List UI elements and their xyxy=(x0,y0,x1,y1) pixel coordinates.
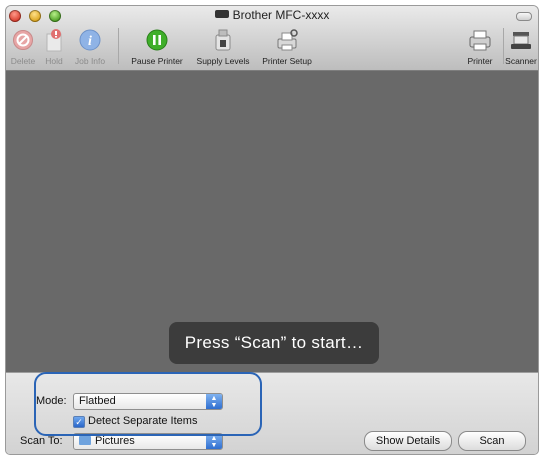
callout-highlight xyxy=(34,372,262,436)
supply-levels-icon xyxy=(210,28,236,52)
toolbar-supply-levels-label: Supply Levels xyxy=(196,56,250,66)
toolbar-scanner-label: Scanner xyxy=(505,56,537,66)
toolbar-job-info-button[interactable]: i Job Info xyxy=(68,24,112,68)
info-icon: i xyxy=(77,28,103,52)
title-bar: Brother MFC-xxxx Delete Hold i Job Info xyxy=(6,6,538,71)
printer-setup-icon xyxy=(274,28,300,52)
folder-icon xyxy=(79,436,91,445)
svg-text:i: i xyxy=(88,34,92,49)
window-title-text: Brother MFC-xxxx xyxy=(232,8,330,22)
toolbar-hold-label: Hold xyxy=(45,56,63,66)
window-title: Brother MFC-xxxx xyxy=(6,8,538,22)
toolbar-printer-label: Printer xyxy=(467,56,493,66)
toolbar-supply-levels-button[interactable]: Supply Levels xyxy=(192,24,254,68)
show-details-button[interactable]: Show Details xyxy=(364,431,452,451)
toolbar-pause-printer-button[interactable]: Pause Printer xyxy=(124,24,190,68)
printer-glyph-icon xyxy=(214,10,229,18)
toolbar-hold-button[interactable]: Hold xyxy=(40,24,68,68)
popup-arrows-icon: ▲ ▼ xyxy=(206,434,222,449)
toolbar-printer-button[interactable]: Printer xyxy=(458,24,502,68)
scan-hint-overlay: Press “Scan” to start… xyxy=(169,322,379,364)
scan-button[interactable]: Scan xyxy=(458,431,526,451)
toolbar-printer-setup-button[interactable]: Printer Setup xyxy=(256,24,318,68)
scan-to-label: Scan To: xyxy=(20,435,63,447)
printer-icon xyxy=(467,28,493,52)
pause-icon xyxy=(144,28,170,52)
toolbar-delete-label: Delete xyxy=(10,56,36,66)
scan-to-value: Pictures xyxy=(95,435,135,447)
scanner-icon xyxy=(508,28,534,52)
toolbar-delete-button[interactable]: Delete xyxy=(6,24,40,68)
scan-preview-area[interactable]: Press “Scan” to start… xyxy=(6,71,538,372)
toolbar-printer-setup-label: Printer Setup xyxy=(262,56,312,66)
toolbar-job-info-label: Job Info xyxy=(74,56,106,66)
scan-to-value-wrap: Pictures xyxy=(79,434,135,449)
toolbar-separator xyxy=(118,28,119,64)
toolbar-scanner-button[interactable]: Scanner xyxy=(504,24,538,68)
toolbar-pause-printer-label: Pause Printer xyxy=(131,56,183,66)
delete-icon xyxy=(10,28,36,52)
hold-icon xyxy=(41,28,67,52)
